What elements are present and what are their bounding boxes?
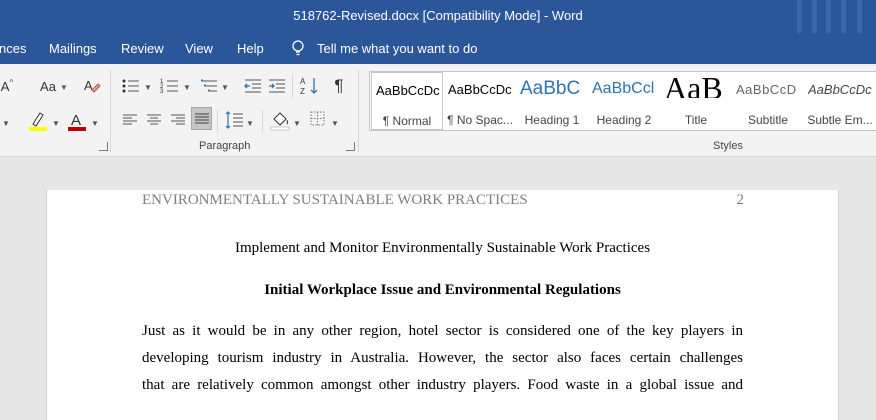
window-title: 518762-Revised.docx [Compatibility Mode]… <box>293 8 583 23</box>
tell-me-search[interactable]: Tell me what you want to do <box>317 41 477 56</box>
title-bar: 518762-Revised.docx [Compatibility Mode]… <box>0 0 876 33</box>
ribbon-tabs: nces Mailings Review View Help Tell me w… <box>0 33 876 64</box>
font-color-icon[interactable]: A <box>67 110 87 132</box>
style-label: Title <box>684 113 708 127</box>
highlight-color-icon[interactable] <box>28 110 48 132</box>
decrease-indent-icon[interactable] <box>243 76 263 96</box>
tab-mailings[interactable]: Mailings <box>49 41 97 56</box>
chevron-down-icon[interactable]: ▼ <box>52 119 60 128</box>
grow-font-button[interactable]: A ^ <box>0 76 14 96</box>
tab-references[interactable]: nces <box>0 41 26 56</box>
borders-icon[interactable] <box>309 110 327 128</box>
style-subtle-emphasis[interactable]: AaBbCcDc Subtle Em... <box>804 72 876 130</box>
style-label: Heading 1 <box>524 113 580 127</box>
style-preview: AaBbCcDc <box>448 82 512 97</box>
document-page[interactable]: ENVIRONMENTALLY SUSTAINABLE WORK PRACTIC… <box>46 190 839 420</box>
title-bar-decoration <box>812 0 817 33</box>
tab-view[interactable]: View <box>185 41 213 56</box>
sort-icon[interactable]: A Z <box>300 75 320 97</box>
page-number: 2 <box>736 192 745 208</box>
group-divider <box>110 70 111 152</box>
svg-text:3: 3 <box>160 89 164 95</box>
clear-formatting-icon[interactable]: A <box>82 76 102 96</box>
svg-text:Z: Z <box>300 87 305 96</box>
title-bar-decoration <box>826 0 831 33</box>
svg-text:A: A <box>300 77 306 86</box>
style-label: ¶ Normal <box>382 114 432 128</box>
style-preview: AaBbCcDc <box>808 82 872 97</box>
styles-gallery: AaBbCcDc ¶ Normal AaBbCcDc ¶ No Spac... … <box>369 71 876 131</box>
chevron-down-icon[interactable]: ▼ <box>246 119 254 128</box>
lightbulb-icon[interactable] <box>290 39 306 57</box>
chevron-down-icon[interactable]: ▼ <box>293 119 301 128</box>
group-divider <box>358 70 359 152</box>
show-formatting-marks-button[interactable]: ¶ <box>330 75 348 97</box>
document-canvas: ENVIRONMENTALLY SUSTAINABLE WORK PRACTIC… <box>0 157 876 420</box>
align-right-icon[interactable] <box>169 111 187 129</box>
multilevel-list-icon[interactable] <box>200 76 220 96</box>
style-preview: AaBbCcDc <box>376 83 440 98</box>
title-bar-decoration <box>797 0 802 33</box>
svg-text:A: A <box>71 112 81 129</box>
numbering-icon[interactable]: 1 2 3 <box>160 76 180 96</box>
tab-help[interactable]: Help <box>237 41 264 56</box>
title-bar-decoration <box>841 0 846 33</box>
font-size-label: A <box>0 78 10 94</box>
paragraph-dialog-launcher[interactable] <box>346 142 355 151</box>
change-case-label: Aa <box>40 78 56 94</box>
chevron-down-icon[interactable]: ▼ <box>331 119 339 128</box>
body-text-line: developing tourism industry in Australia… <box>142 350 743 366</box>
increase-indent-icon[interactable] <box>267 76 287 96</box>
body-text-line: Just as it would be in any other region,… <box>142 323 743 339</box>
bullets-icon[interactable] <box>121 76 141 96</box>
title-bar-decoration <box>857 0 862 33</box>
style-preview: AaBbC <box>520 78 581 99</box>
align-left-icon[interactable] <box>121 111 139 129</box>
chevron-down-icon[interactable]: ▼ <box>2 119 10 128</box>
body-text-line: that are relatively common amongst other… <box>142 377 743 393</box>
section-heading: Initial Workplace Issue and Environmenta… <box>264 282 621 298</box>
style-subtitle[interactable]: AaBbCcD Subtitle <box>732 72 804 130</box>
font-dialog-launcher[interactable] <box>99 142 108 151</box>
button-divider <box>292 74 293 98</box>
justify-icon <box>195 113 209 124</box>
chevron-down-icon[interactable]: ▼ <box>144 83 152 92</box>
style-label: ¶ No Spac... <box>447 113 513 127</box>
style-label: Subtitle <box>747 113 789 127</box>
style-title[interactable]: AaB Title <box>660 72 732 130</box>
tab-review[interactable]: Review <box>121 41 164 56</box>
style-normal[interactable]: AaBbCcDc ¶ Normal <box>371 72 443 130</box>
style-heading-2[interactable]: AaBbCcl Heading 2 <box>588 72 660 130</box>
line-spacing-icon[interactable] <box>224 109 244 131</box>
style-heading-1[interactable]: AaBbC Heading 1 <box>516 72 588 130</box>
style-no-spacing[interactable]: AaBbCcDc ¶ No Spac... <box>444 72 516 130</box>
style-preview: AaBbCcl <box>592 80 655 97</box>
justify-button[interactable] <box>191 107 212 130</box>
shading-icon[interactable] <box>270 109 290 131</box>
chevron-down-icon[interactable]: ▼ <box>221 83 229 92</box>
page-header: ENVIRONMENTALLY SUSTAINABLE WORK PRACTIC… <box>142 192 528 208</box>
style-preview: AaBbCcD <box>736 82 797 97</box>
chevron-down-icon[interactable]: ▼ <box>60 83 68 92</box>
change-case-button[interactable]: Aa <box>37 76 59 96</box>
ribbon: A ^ Aa ▼ A ▼ ▼ A ▼ ▼ 1 2 3 ▼ ▼ A Z ¶ ▼ ▼… <box>0 64 876 157</box>
button-divider <box>217 110 218 132</box>
button-divider <box>262 110 263 132</box>
svg-text:A: A <box>84 78 93 93</box>
styles-group-label: Styles <box>713 140 743 152</box>
chevron-down-icon[interactable]: ▼ <box>183 83 191 92</box>
style-label: Subtle Em... <box>807 113 873 127</box>
style-label: Heading 2 <box>596 113 652 127</box>
paragraph-group-label: Paragraph <box>199 140 251 152</box>
chevron-down-icon[interactable]: ▼ <box>91 119 99 128</box>
style-preview: AaB <box>664 72 723 98</box>
document-title: Implement and Monitor Environmentally Su… <box>234 240 651 256</box>
align-center-icon[interactable] <box>145 111 163 129</box>
